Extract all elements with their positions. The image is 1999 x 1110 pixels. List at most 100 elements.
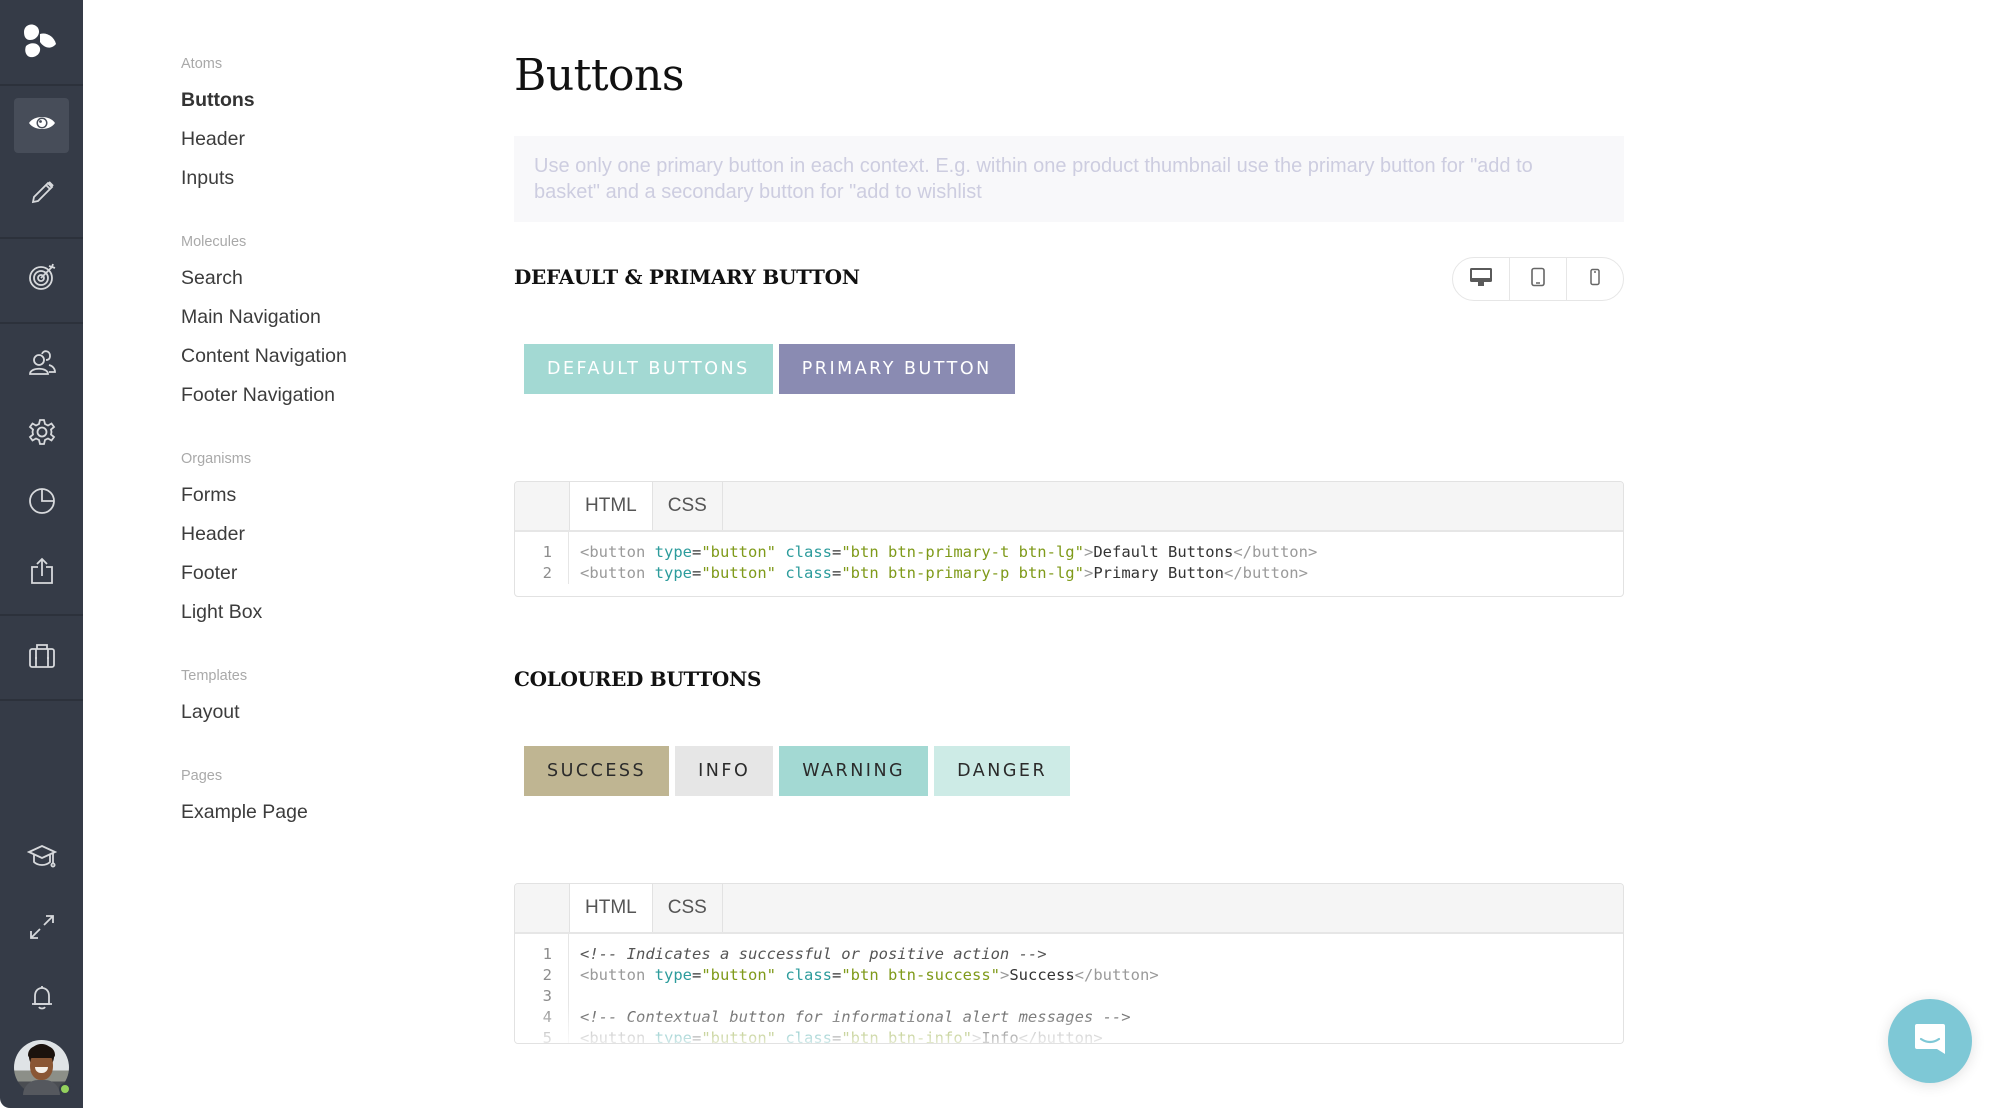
code-tag: >: [1083, 564, 1094, 582]
bell-icon: [27, 982, 57, 1017]
nav-item-inputs[interactable]: Inputs: [181, 167, 234, 190]
primary-button-demo[interactable]: PRIMARY BUTTON: [778, 344, 1015, 394]
code-string: "button": [701, 1029, 776, 1044]
nav-group-organisms: Organisms: [181, 451, 252, 467]
graduation-cap-icon: [26, 841, 57, 876]
code-punct: =: [832, 564, 842, 582]
logo-icon[interactable]: [20, 20, 62, 62]
default-buttons-demo[interactable]: DEFAULT BUTTONS: [524, 344, 773, 394]
nav-item-search[interactable]: Search: [181, 267, 243, 290]
nav-item-light-box[interactable]: Light Box: [181, 601, 262, 624]
rail-item-notifications[interactable]: [14, 972, 69, 1027]
code-tabs: HTML CSS: [515, 884, 1623, 934]
nav-item-layout[interactable]: Layout: [181, 701, 240, 724]
line-number: 1: [542, 543, 552, 561]
pie-chart-icon: [27, 486, 57, 521]
nav-item-example-page[interactable]: Example Page: [181, 801, 308, 824]
code-tag: <button: [580, 966, 646, 984]
nav-group-pages: Pages: [181, 768, 223, 784]
nav-item-content-navigation[interactable]: Content Navigation: [181, 345, 347, 368]
online-status-dot: [59, 1083, 71, 1095]
code-lines[interactable]: <button type="button" class="btn btn-pri…: [569, 532, 1317, 584]
code-text: Default Buttons: [1093, 543, 1234, 561]
rail-divider: [0, 614, 83, 616]
default-primary-button-row: DEFAULT BUTTONS PRIMARY BUTTON: [524, 344, 1015, 394]
rail-item-settings[interactable]: [14, 407, 69, 462]
code-punct: =: [692, 1029, 702, 1044]
nav-item-buttons[interactable]: Buttons: [181, 89, 255, 112]
chat-icon: [1911, 1020, 1949, 1063]
rail-item-fullscreen[interactable]: [14, 902, 69, 957]
code-text: Info: [981, 1029, 1019, 1044]
code-sample-coloured: HTML CSS 1 2 3 4 5 <!-- Indicates a successf…: [514, 883, 1624, 1044]
tab-css[interactable]: CSS: [651, 482, 723, 530]
line-numbers: 1 2 3 4 5: [515, 934, 569, 1043]
rail-item-export[interactable]: [14, 546, 69, 601]
device-desktop-button[interactable]: [1453, 258, 1509, 300]
code-comment: <!-- Indicates a successful or positive …: [580, 945, 1047, 963]
avatar-image: [23, 1080, 60, 1095]
device-tablet-button[interactable]: [1509, 258, 1566, 300]
code-string: "btn btn-primary-p btn-lg": [841, 564, 1084, 582]
danger-button-demo[interactable]: DANGER: [934, 746, 1071, 796]
rail-item-edit[interactable]: [14, 168, 69, 223]
code-tag: <button: [580, 543, 646, 561]
tab-html[interactable]: HTML: [569, 482, 652, 530]
desktop-icon: [1469, 267, 1493, 292]
code-tabs: HTML CSS: [515, 482, 1623, 532]
code-string: "button": [701, 564, 776, 582]
info-button-demo[interactable]: INFO: [675, 746, 774, 796]
tablet-icon: [1530, 267, 1546, 292]
code-punct: =: [832, 966, 842, 984]
code-tag: >: [1298, 564, 1308, 582]
code-tag: </button: [1223, 564, 1299, 582]
code-tag: >: [972, 1029, 982, 1044]
code-punct: =: [832, 543, 842, 561]
gear-icon: [27, 417, 57, 452]
nav-item-main-navigation[interactable]: Main Navigation: [181, 306, 321, 329]
code-tag: >: [1083, 543, 1094, 561]
code-tag: </button: [1074, 966, 1150, 984]
chat-launcher-button[interactable]: [1888, 999, 1972, 1083]
nav-group-molecules: Molecules: [181, 234, 247, 250]
code-tag: >: [1307, 543, 1318, 561]
rail-item-goals[interactable]: [14, 252, 69, 307]
code-comment: <!-- Contextual button for informational…: [580, 1008, 1131, 1026]
page-title: Buttons: [514, 50, 684, 101]
rail-item-team[interactable]: [14, 338, 69, 393]
device-mobile-button[interactable]: [1566, 258, 1623, 300]
line-numbers: 12: [515, 532, 569, 584]
briefcase-icon: [27, 641, 57, 676]
nav-item-footer-navigation[interactable]: Footer Navigation: [181, 384, 335, 407]
code-line: <button type="button" class="btn btn-suc…: [580, 965, 1159, 986]
code-attr: type: [645, 1029, 692, 1044]
nav-item-organism-header[interactable]: Header: [181, 523, 245, 546]
code-punct: =: [832, 1029, 842, 1044]
nav-group-templates: Templates: [181, 668, 248, 684]
code-string: "button": [701, 966, 776, 984]
rail-item-analytics[interactable]: [14, 476, 69, 531]
user-avatar[interactable]: [14, 1040, 71, 1095]
rail-item-learn[interactable]: [14, 831, 69, 886]
share-icon: [27, 556, 57, 591]
tab-html[interactable]: HTML: [569, 884, 652, 932]
usage-note: Use only one primary button in each cont…: [514, 136, 1624, 222]
users-icon: [27, 348, 57, 383]
rail-item-preview[interactable]: [14, 98, 69, 153]
code-attr: type: [645, 966, 692, 984]
nav-item-footer[interactable]: Footer: [181, 562, 237, 585]
nav-item-header[interactable]: Header: [181, 128, 245, 151]
coloured-button-row: SUCCESS INFO WARNING DANGER: [524, 746, 1071, 796]
nav-item-forms[interactable]: Forms: [181, 484, 236, 507]
success-button-demo[interactable]: SUCCESS: [524, 746, 670, 796]
warning-button-demo[interactable]: WARNING: [779, 746, 929, 796]
line-number: 4: [542, 1008, 552, 1026]
section-title-default-primary: DEFAULT & PRIMARY BUTTON: [514, 265, 860, 289]
code-tag: >: [999, 966, 1010, 984]
code-lines[interactable]: <!-- Indicates a successful or positive …: [569, 934, 1159, 1044]
code-tag: </button: [1233, 543, 1308, 561]
code-string: "button": [701, 543, 776, 561]
mobile-icon: [1589, 267, 1601, 292]
tab-css[interactable]: CSS: [651, 884, 723, 932]
rail-item-portfolio[interactable]: [14, 631, 69, 686]
